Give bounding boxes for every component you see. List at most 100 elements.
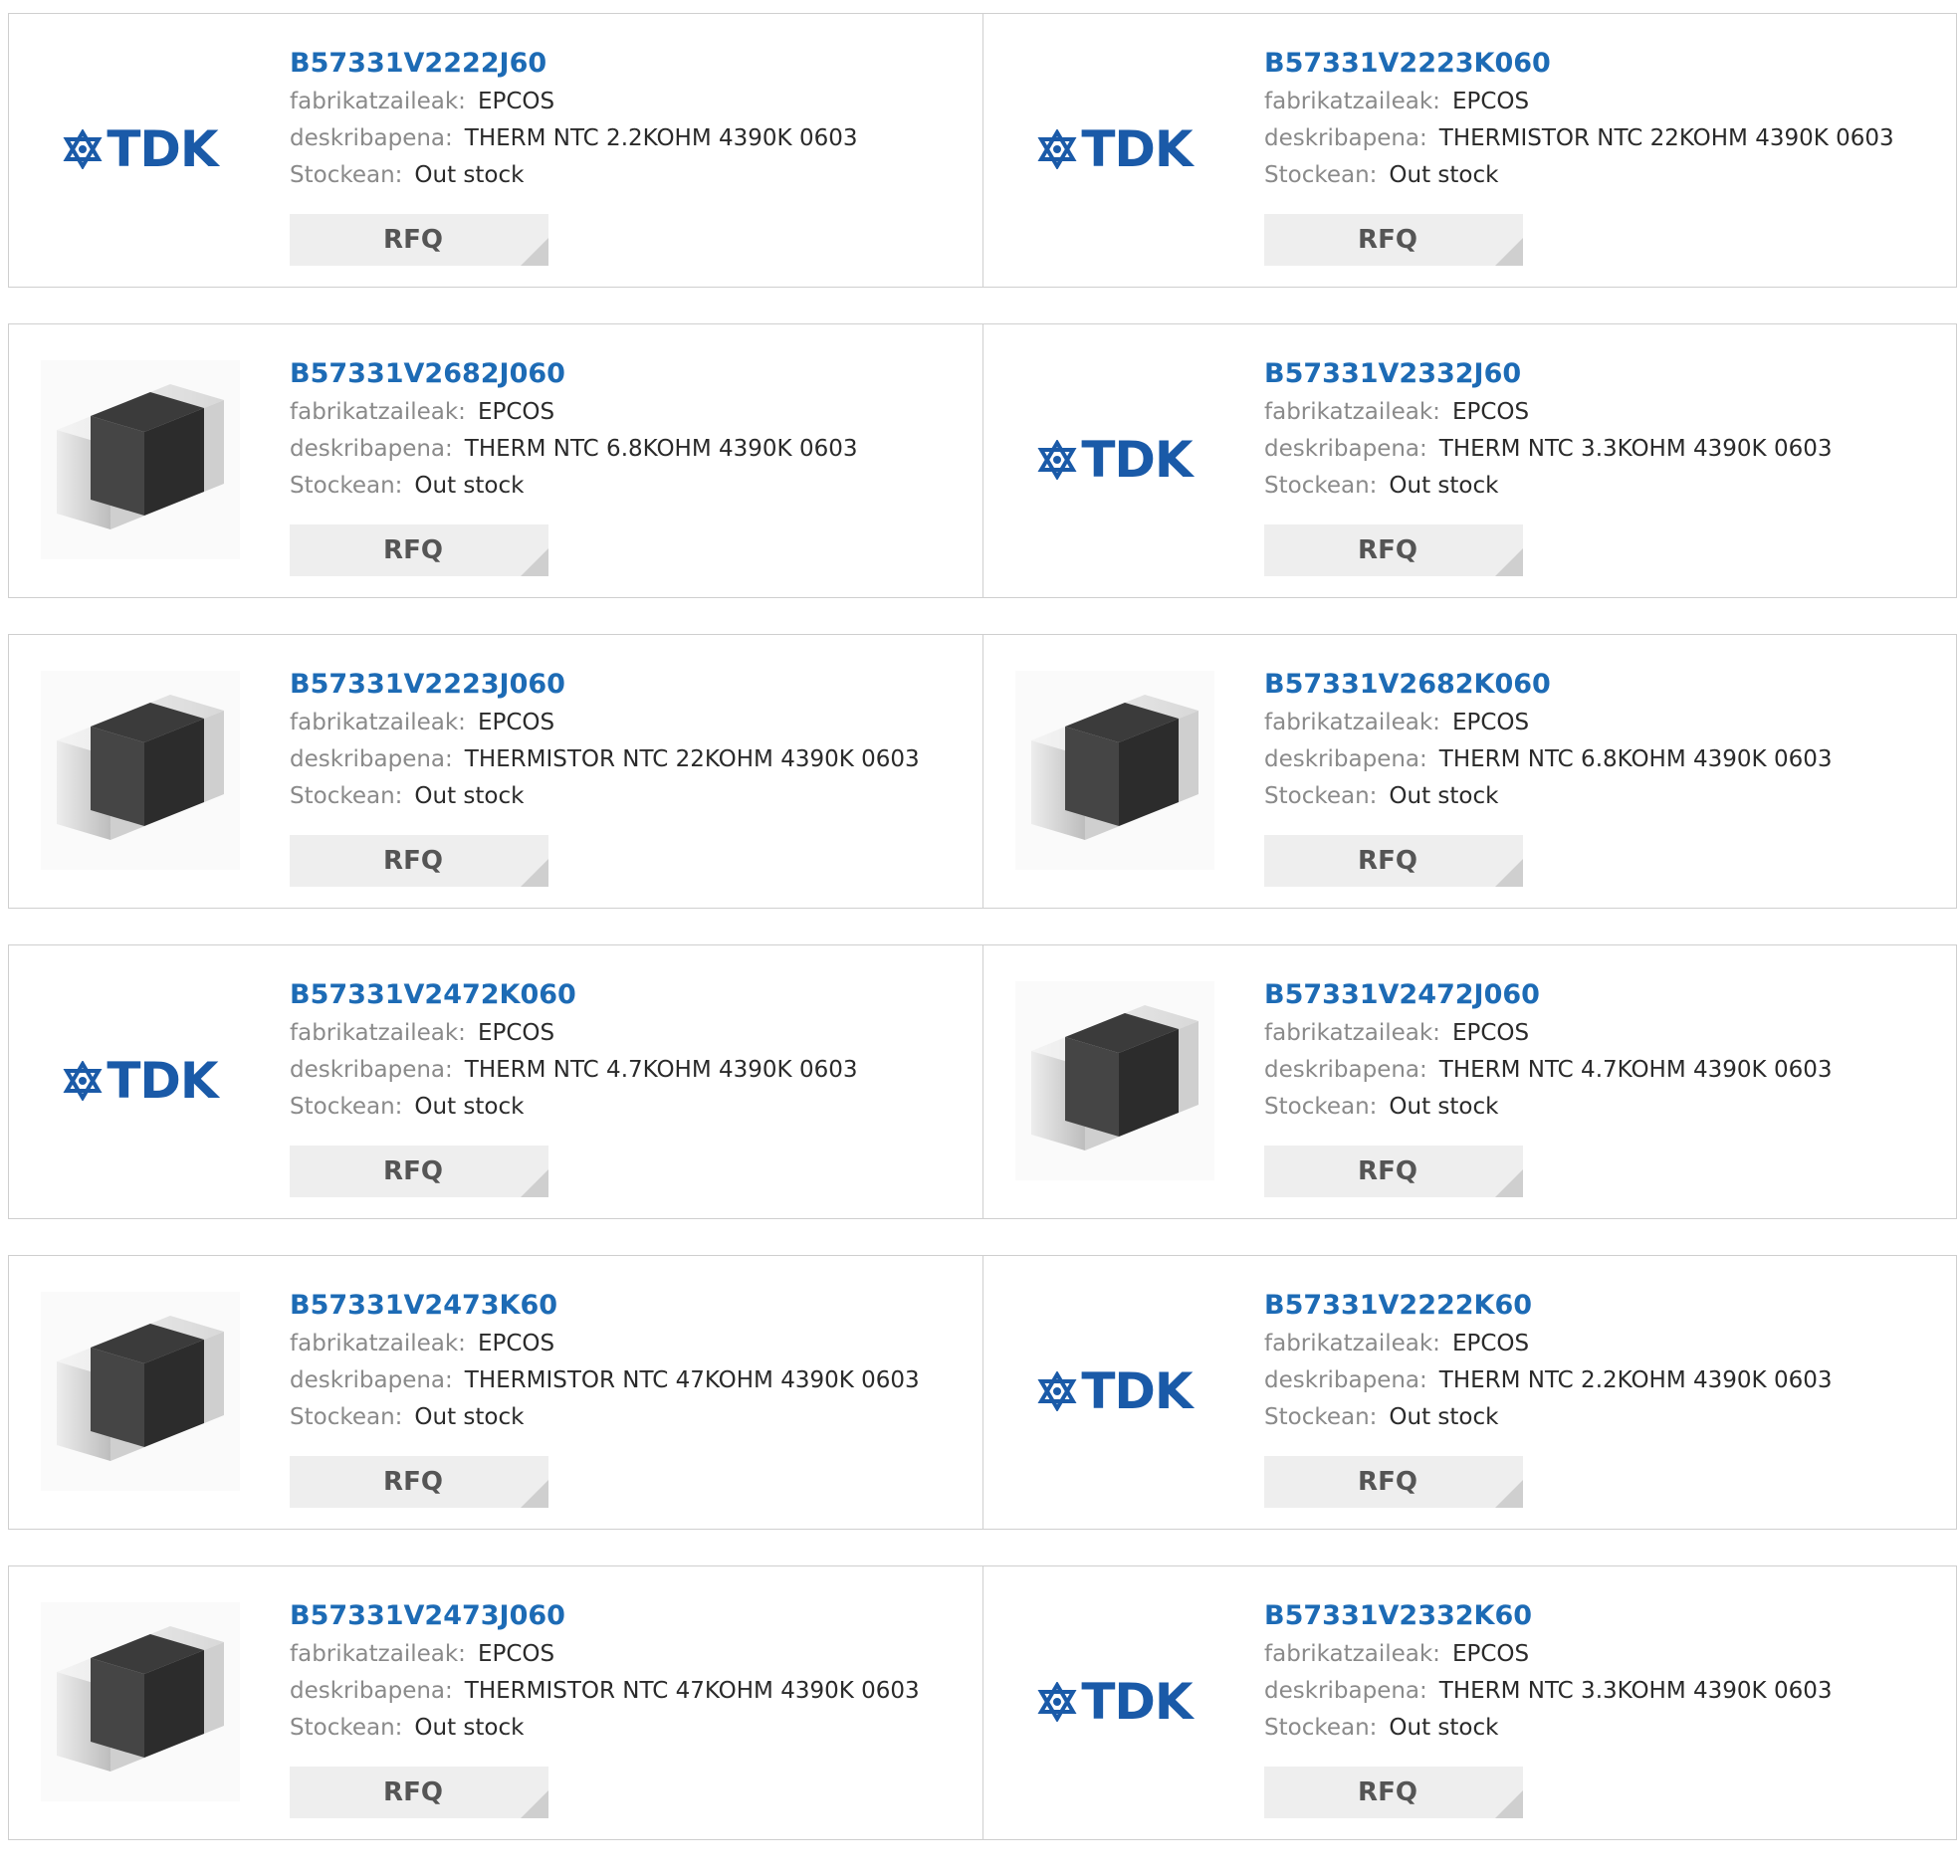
product-image[interactable] bbox=[1015, 671, 1214, 870]
product-card: TDK B57331V2222J60 fabrikatzaileak: EPCOS… bbox=[9, 14, 982, 287]
corner-triangle-icon bbox=[1495, 1790, 1523, 1818]
corner-triangle-icon bbox=[1495, 238, 1523, 266]
description-value: THERMISTOR NTC 22KOHM 4390K 0603 bbox=[1438, 125, 1894, 151]
stock-value: Out stock bbox=[414, 473, 525, 499]
manufacturer-label: fabrikatzaileak: bbox=[290, 1020, 466, 1046]
part-number-link[interactable]: B57331V2223J060 bbox=[290, 665, 973, 705]
manufacturer-label: fabrikatzaileak: bbox=[290, 399, 466, 425]
stock-label: Stockean: bbox=[1264, 783, 1378, 809]
rfq-button[interactable]: RFQ bbox=[290, 1456, 548, 1508]
rfq-button[interactable]: RFQ bbox=[290, 1146, 548, 1197]
rfq-label: RFQ bbox=[383, 1777, 443, 1807]
stock-row: Stockean: Out stock bbox=[290, 1399, 973, 1436]
part-number-link[interactable]: B57331V2682K060 bbox=[1264, 665, 1946, 705]
corner-triangle-icon bbox=[521, 548, 548, 576]
manufacturer-value: EPCOS bbox=[1451, 89, 1530, 114]
rfq-button[interactable]: RFQ bbox=[1264, 524, 1523, 576]
tdk-logo-text: TDK bbox=[1081, 120, 1193, 178]
tdk-emblem-icon bbox=[1037, 440, 1077, 480]
stock-value: Out stock bbox=[1389, 1404, 1499, 1430]
product-image[interactable]: TDK bbox=[1015, 1602, 1214, 1801]
manufacturer-label: fabrikatzaileak: bbox=[290, 89, 466, 114]
product-row: B57331V2473J060 fabrikatzaileak: EPCOS de… bbox=[8, 1565, 1957, 1840]
part-number-link[interactable]: B57331V2222K60 bbox=[1264, 1286, 1946, 1326]
stock-label: Stockean: bbox=[1264, 473, 1378, 499]
rfq-button[interactable]: RFQ bbox=[290, 214, 548, 266]
manufacturer-label: fabrikatzaileak: bbox=[1264, 89, 1440, 114]
description-value: THERM NTC 3.3KOHM 4390K 0603 bbox=[1438, 1678, 1833, 1704]
part-number-link[interactable]: B57331V2473K60 bbox=[290, 1286, 973, 1326]
tdk-emblem-icon bbox=[63, 129, 103, 169]
stock-value: Out stock bbox=[1389, 162, 1499, 188]
tdk-logo: TDK bbox=[1037, 120, 1194, 178]
description-label: deskribapena: bbox=[1264, 1057, 1427, 1083]
chip-thermistor-icon bbox=[41, 1602, 240, 1801]
product-image[interactable]: TDK bbox=[41, 50, 240, 249]
manufacturer-row: fabrikatzaileak: EPCOS bbox=[1264, 1326, 1946, 1362]
manufacturer-label: fabrikatzaileak: bbox=[1264, 1641, 1440, 1667]
rfq-button[interactable]: RFQ bbox=[1264, 835, 1523, 887]
description-row: deskribapena: THERMISTOR NTC 47KOHM 4390K… bbox=[290, 1673, 973, 1710]
part-number-link[interactable]: B57331V2332K60 bbox=[1264, 1596, 1946, 1636]
manufacturer-label: fabrikatzaileak: bbox=[1264, 1020, 1440, 1046]
product-row: B57331V2473K60 fabrikatzaileak: EPCOS des… bbox=[8, 1255, 1957, 1530]
rfq-button[interactable]: RFQ bbox=[1264, 1146, 1523, 1197]
product-info: B57331V2682K060 fabrikatzaileak: EPCOS de… bbox=[1264, 665, 1946, 815]
rfq-label: RFQ bbox=[1358, 1777, 1417, 1807]
stock-label: Stockean: bbox=[290, 473, 403, 499]
stock-value: Out stock bbox=[414, 162, 525, 188]
part-number-link[interactable]: B57331V2222J60 bbox=[290, 44, 973, 84]
product-image[interactable]: TDK bbox=[41, 981, 240, 1180]
description-value: THERMISTOR NTC 47KOHM 4390K 0603 bbox=[464, 1678, 920, 1704]
part-number-link[interactable]: B57331V2472K060 bbox=[290, 975, 973, 1015]
stock-label: Stockean: bbox=[1264, 162, 1378, 188]
corner-triangle-icon bbox=[1495, 548, 1523, 576]
corner-triangle-icon bbox=[1495, 1480, 1523, 1508]
product-info: B57331V2223K060 fabrikatzaileak: EPCOS de… bbox=[1264, 44, 1946, 194]
product-info: B57331V2222K60 fabrikatzaileak: EPCOS des… bbox=[1264, 1286, 1946, 1436]
stock-row: Stockean: Out stock bbox=[1264, 1710, 1946, 1747]
corner-triangle-icon bbox=[521, 1480, 548, 1508]
description-value: THERM NTC 2.2KOHM 4390K 0603 bbox=[464, 125, 858, 151]
product-image[interactable] bbox=[41, 671, 240, 870]
description-row: deskribapena: THERM NTC 4.7KOHM 4390K 060… bbox=[290, 1052, 973, 1089]
manufacturer-row: fabrikatzaileak: EPCOS bbox=[1264, 1015, 1946, 1052]
product-image[interactable] bbox=[1015, 981, 1214, 1180]
part-number-link[interactable]: B57331V2332J60 bbox=[1264, 354, 1946, 394]
rfq-button[interactable]: RFQ bbox=[1264, 1767, 1523, 1818]
description-value: THERM NTC 6.8KOHM 4390K 0603 bbox=[1438, 746, 1833, 772]
rfq-button[interactable]: RFQ bbox=[1264, 214, 1523, 266]
product-image[interactable] bbox=[41, 1602, 240, 1801]
product-image[interactable] bbox=[41, 360, 240, 559]
product-card: B57331V2473K60 fabrikatzaileak: EPCOS des… bbox=[9, 1256, 982, 1529]
description-label: deskribapena: bbox=[290, 1367, 453, 1393]
stock-value: Out stock bbox=[414, 1094, 525, 1120]
part-number-link[interactable]: B57331V2472J060 bbox=[1264, 975, 1946, 1015]
description-row: deskribapena: THERM NTC 3.3KOHM 4390K 060… bbox=[1264, 431, 1946, 468]
description-value: THERMISTOR NTC 22KOHM 4390K 0603 bbox=[464, 746, 920, 772]
stock-label: Stockean: bbox=[290, 162, 403, 188]
rfq-button[interactable]: RFQ bbox=[290, 1767, 548, 1818]
rfq-label: RFQ bbox=[1358, 846, 1417, 876]
stock-row: Stockean: Out stock bbox=[290, 778, 973, 815]
rfq-button[interactable]: RFQ bbox=[1264, 1456, 1523, 1508]
description-value: THERMISTOR NTC 47KOHM 4390K 0603 bbox=[464, 1367, 920, 1393]
part-number-link[interactable]: B57331V2473J060 bbox=[290, 1596, 973, 1636]
part-number-link[interactable]: B57331V2223K060 bbox=[1264, 44, 1946, 84]
product-image[interactable]: TDK bbox=[1015, 360, 1214, 559]
product-info: B57331V2332J60 fabrikatzaileak: EPCOS des… bbox=[1264, 354, 1946, 505]
stock-value: Out stock bbox=[1389, 1715, 1499, 1741]
product-image[interactable]: TDK bbox=[1015, 1292, 1214, 1491]
manufacturer-label: fabrikatzaileak: bbox=[290, 1331, 466, 1356]
rfq-button[interactable]: RFQ bbox=[290, 835, 548, 887]
description-value: THERM NTC 2.2KOHM 4390K 0603 bbox=[1438, 1367, 1833, 1393]
stock-value: Out stock bbox=[1389, 783, 1499, 809]
tdk-emblem-icon bbox=[1037, 1371, 1077, 1411]
product-row: TDK B57331V2472K060 fabrikatzaileak: EPCO… bbox=[8, 944, 1957, 1219]
manufacturer-row: fabrikatzaileak: EPCOS bbox=[290, 1636, 973, 1673]
product-image[interactable]: TDK bbox=[1015, 50, 1214, 249]
part-number-link[interactable]: B57331V2682J060 bbox=[290, 354, 973, 394]
rfq-button[interactable]: RFQ bbox=[290, 524, 548, 576]
manufacturer-label: fabrikatzaileak: bbox=[1264, 399, 1440, 425]
product-image[interactable] bbox=[41, 1292, 240, 1491]
